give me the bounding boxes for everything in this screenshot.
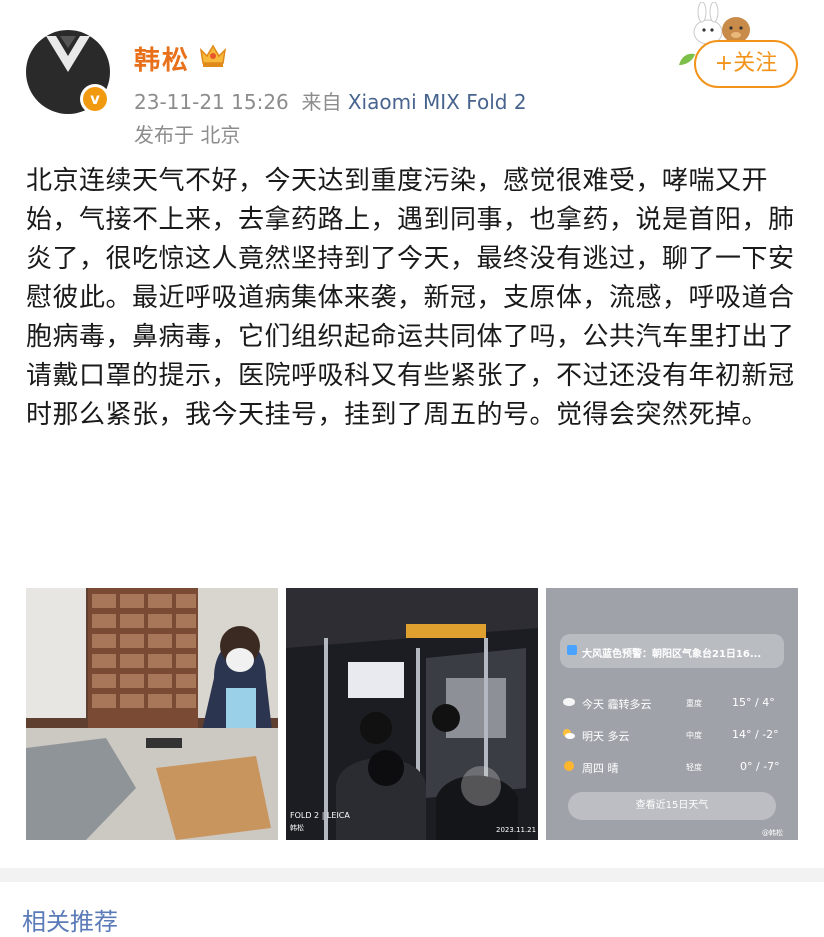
weather-row-tomorrow-day: 明天 多云 (582, 730, 630, 743)
bus-photo-art: FOLD 2 | LEICA 韩松 2023.11.21 (286, 588, 538, 840)
post-date: 23-11-21 15:26 (134, 90, 289, 114)
pharmacy-photo[interactable] (26, 588, 278, 840)
bus-watermark-left: FOLD 2 | LEICA (290, 811, 350, 820)
weather-row-thursday-day: 周四 晴 (582, 762, 619, 775)
follow-button[interactable]: +关注 (694, 40, 798, 88)
haze-icon (563, 698, 575, 706)
avatar-image (46, 36, 90, 72)
post-header: v 韩松 23-11-21 15:26 来自 Xiaomi MIX Fold 2… (0, 0, 824, 150)
weather-row-thursday-temp: 0° / -7° (740, 760, 780, 773)
bus-watermark-sub: 韩松 (290, 823, 304, 832)
weather-row-thursday-aqi: 轻度 (686, 763, 702, 772)
weather-row-tomorrow-aqi: 中度 (686, 731, 702, 740)
post-text: 北京连续天气不好，今天达到重度污染，感觉很难受，哮喘又开始，气接不上来，去拿药路… (26, 166, 795, 430)
cloudy-icon (563, 729, 575, 739)
verified-badge-icon: v (80, 84, 110, 114)
weather-screenshot[interactable]: 大风蓝色预警：朝阳区气象台21日16... 今天 霾转多云 重度 15° / 4… (546, 588, 798, 840)
weather-watermark: @韩松 (762, 829, 783, 837)
weather-15day-button: 查看近15日天气 (568, 792, 776, 820)
source-prefix: 来自 (301, 90, 342, 114)
section-divider (0, 868, 824, 882)
author-name[interactable]: 韩松 (134, 40, 190, 77)
post-images: FOLD 2 | LEICA 韩松 2023.11.21 大风蓝色预警：朝阳区气… (26, 588, 798, 840)
weather-row-tomorrow-temp: 14° / -2° (732, 728, 779, 741)
alert-icon (567, 645, 577, 655)
pharmacy-photo-art (26, 588, 278, 840)
bus-photo[interactable]: FOLD 2 | LEICA 韩松 2023.11.21 (286, 588, 538, 840)
weather-alert-text: 大风蓝色预警：朝阳区气象台21日16... (582, 649, 762, 660)
source-device[interactable]: Xiaomi MIX Fold 2 (348, 90, 527, 114)
weather-row-today-day: 今天 霾转多云 (582, 698, 652, 711)
crown-badge-icon (199, 44, 227, 67)
related-recommendations-title: 相关推荐 (22, 908, 118, 936)
post-meta: 23-11-21 15:26 来自 Xiaomi MIX Fold 2 (134, 86, 527, 115)
weather-row-today-aqi: 重度 (686, 699, 702, 708)
weather-row-today-temp: 15° / 4° (732, 696, 775, 709)
post-location: 发布于 北京 (134, 123, 241, 147)
bus-watermark-date: 2023.11.21 (496, 826, 536, 834)
sunny-icon (564, 761, 574, 771)
